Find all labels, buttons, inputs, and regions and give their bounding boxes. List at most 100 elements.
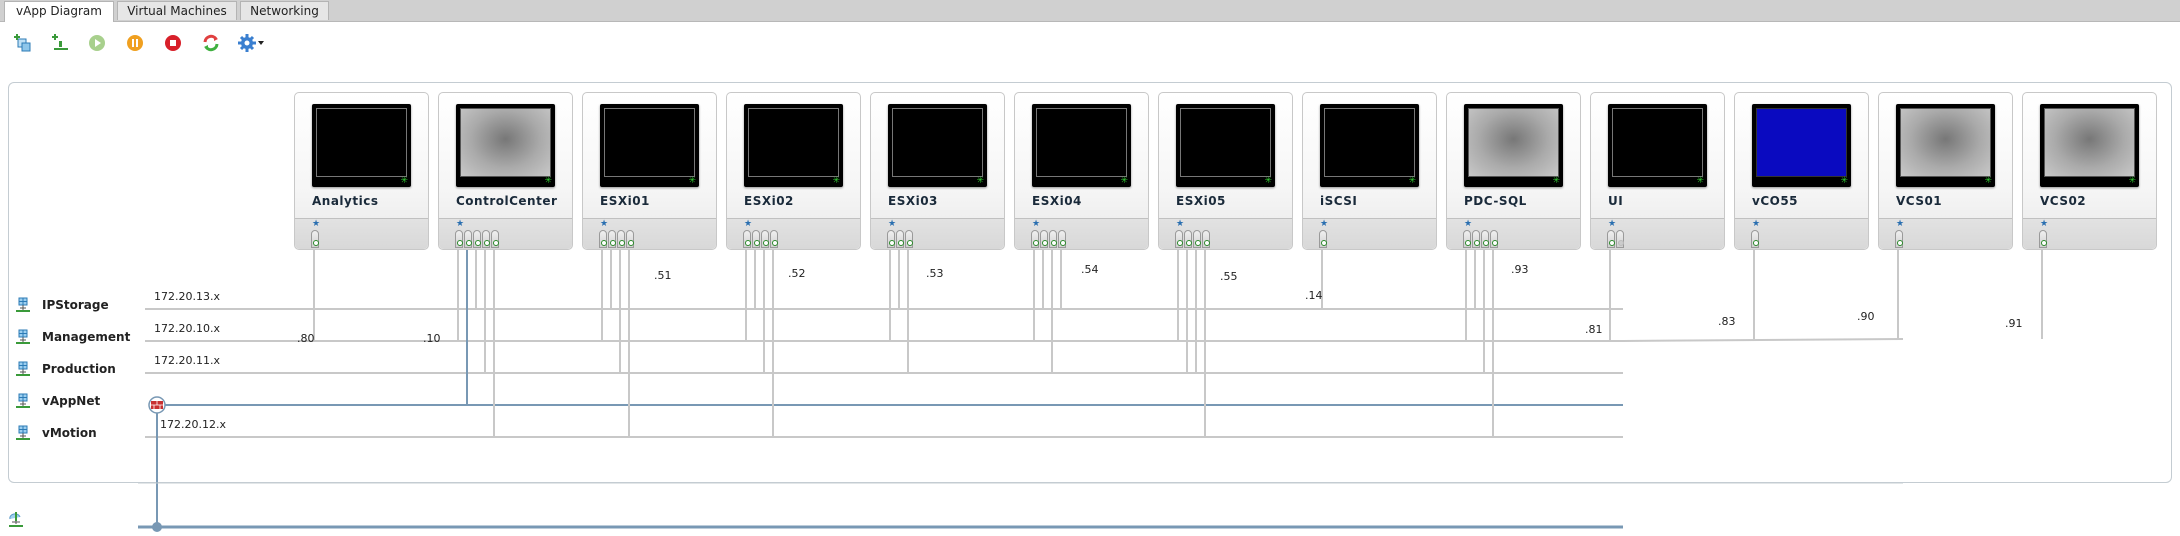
vm-card[interactable]: ✳ ESXi01 ★ xyxy=(582,92,717,250)
nic-port[interactable] xyxy=(1895,230,1903,248)
nic-port[interactable] xyxy=(1202,230,1210,248)
nic-port[interactable] xyxy=(887,230,895,248)
vm-console-thumbnail[interactable]: ✳ xyxy=(1032,104,1131,187)
nic-port[interactable] xyxy=(617,230,625,248)
nic-port[interactable] xyxy=(752,230,760,248)
vm-card[interactable]: ✳ VCS02 ★ xyxy=(2022,92,2157,250)
nic-port[interactable] xyxy=(455,230,463,248)
vm-screen xyxy=(2044,108,2135,177)
primary-nic-star-icon: ★ xyxy=(1608,219,1617,229)
nic-port[interactable] xyxy=(464,230,472,248)
nic-port[interactable] xyxy=(1058,230,1066,248)
vm-card[interactable]: ✳ iSCSI ★ xyxy=(1302,92,1437,250)
nic-port[interactable] xyxy=(1040,230,1048,248)
vm-card[interactable]: ✳ vCO55 ★ xyxy=(1734,92,1869,250)
vm-nic-bar: ★ xyxy=(1447,218,1580,249)
vm-console-thumbnail[interactable]: ✳ xyxy=(1608,104,1707,187)
nic-port[interactable] xyxy=(311,230,319,248)
nic-port[interactable] xyxy=(1490,230,1498,248)
nic-port[interactable] xyxy=(491,230,499,248)
primary-nic-star-icon: ★ xyxy=(1464,219,1473,229)
network-name[interactable]: Management xyxy=(42,330,130,344)
network-name[interactable]: Production xyxy=(42,362,116,376)
vm-console-thumbnail[interactable]: ✳ xyxy=(456,104,555,187)
vm-card[interactable]: ✳ ControlCenter ★ xyxy=(438,92,573,250)
console-icon: ✳ xyxy=(1264,176,1272,186)
vm-console-thumbnail[interactable]: ✳ xyxy=(1752,104,1851,187)
nic-status-icon xyxy=(772,240,778,246)
nic-port[interactable] xyxy=(626,230,634,248)
nic-port[interactable] xyxy=(473,230,481,248)
ip-address-label: .10 xyxy=(423,332,441,345)
vm-console-thumbnail[interactable]: ✳ xyxy=(1896,104,1995,187)
vm-name: Analytics xyxy=(312,194,379,208)
vm-name: ESXi05 xyxy=(1176,194,1226,208)
vm-card[interactable]: ✳ PDC-SQL ★ xyxy=(1446,92,1581,250)
nic-port[interactable] xyxy=(1481,230,1489,248)
vm-console-thumbnail[interactable]: ✳ xyxy=(744,104,843,187)
network-name[interactable]: IPStorage xyxy=(42,298,109,312)
nic-port[interactable] xyxy=(599,230,607,248)
nic-port[interactable] xyxy=(1049,230,1057,248)
vm-card[interactable]: ✳ Analytics ★ xyxy=(294,92,429,250)
vm-console-thumbnail[interactable]: ✳ xyxy=(1464,104,1563,187)
vm-card[interactable]: ✳ ESXi02 ★ xyxy=(726,92,861,250)
primary-nic-star-icon: ★ xyxy=(1320,219,1329,229)
nic-port[interactable] xyxy=(482,230,490,248)
vm-card[interactable]: ✳ VCS01 ★ xyxy=(1878,92,2013,250)
vm-screen xyxy=(748,108,839,177)
vm-card[interactable]: ✳ ESXi04 ★ xyxy=(1014,92,1149,250)
vm-console-thumbnail[interactable]: ✳ xyxy=(2040,104,2139,187)
subnet-label: 172.20.13.x xyxy=(154,290,220,303)
nic-port[interactable] xyxy=(608,230,616,248)
nic-status-icon xyxy=(1195,240,1201,246)
nic-status-icon xyxy=(484,240,490,246)
vm-nic-bar: ★ xyxy=(295,218,428,249)
nic-status-icon xyxy=(907,240,913,246)
ip-address-label: .53 xyxy=(926,267,944,280)
vm-screen xyxy=(1756,108,1847,177)
network-name[interactable]: vAppNet xyxy=(42,394,100,408)
nic-port[interactable] xyxy=(1751,230,1759,248)
external-network-icon[interactable] xyxy=(7,510,25,528)
nic-port[interactable] xyxy=(1463,230,1471,248)
vm-console-thumbnail[interactable]: ✳ xyxy=(1176,104,1275,187)
nic-port[interactable] xyxy=(770,230,778,248)
vm-screen xyxy=(892,108,983,177)
nic-port[interactable] xyxy=(1031,230,1039,248)
nic-port[interactable] xyxy=(761,230,769,248)
nic-status-icon xyxy=(457,240,463,246)
external-network-node[interactable] xyxy=(152,522,162,532)
nic-port[interactable] xyxy=(1319,230,1327,248)
nic-port[interactable] xyxy=(905,230,913,248)
vapp-router-firewall-icon[interactable] xyxy=(148,396,166,414)
ip-address-label: .52 xyxy=(788,267,806,280)
primary-nic-star-icon: ★ xyxy=(1896,219,1905,229)
nic-port[interactable] xyxy=(2039,230,2047,248)
ip-address-label: .55 xyxy=(1220,270,1238,283)
nic-port[interactable] xyxy=(1184,230,1192,248)
nic-port[interactable] xyxy=(1193,230,1201,248)
vm-card[interactable]: ✳ ESXi05 ★ xyxy=(1158,92,1293,250)
nic-port[interactable] xyxy=(1472,230,1480,248)
nic-port[interactable] xyxy=(743,230,751,248)
nic-status-icon xyxy=(1186,240,1192,246)
vm-console-thumbnail[interactable]: ✳ xyxy=(600,104,699,187)
primary-nic-star-icon: ★ xyxy=(312,219,321,229)
nic-port[interactable] xyxy=(1616,230,1624,248)
vm-console-thumbnail[interactable]: ✳ xyxy=(1320,104,1419,187)
console-icon: ✳ xyxy=(1552,176,1560,186)
nic-port[interactable] xyxy=(896,230,904,248)
ip-address-label: .90 xyxy=(1857,310,1875,323)
vm-card[interactable]: ✳ UI ★ xyxy=(1590,92,1725,250)
vm-console-thumbnail[interactable]: ✳ xyxy=(312,104,411,187)
vm-console-thumbnail[interactable]: ✳ xyxy=(888,104,987,187)
nic-port[interactable] xyxy=(1175,230,1183,248)
vm-name: VCS02 xyxy=(2040,194,2087,208)
nic-status-icon xyxy=(889,240,895,246)
nic-status-icon xyxy=(898,240,904,246)
nic-port[interactable] xyxy=(1607,230,1615,248)
vm-card[interactable]: ✳ ESXi03 ★ xyxy=(870,92,1005,250)
network-name[interactable]: vMotion xyxy=(42,426,97,440)
primary-nic-star-icon: ★ xyxy=(2040,219,2049,229)
